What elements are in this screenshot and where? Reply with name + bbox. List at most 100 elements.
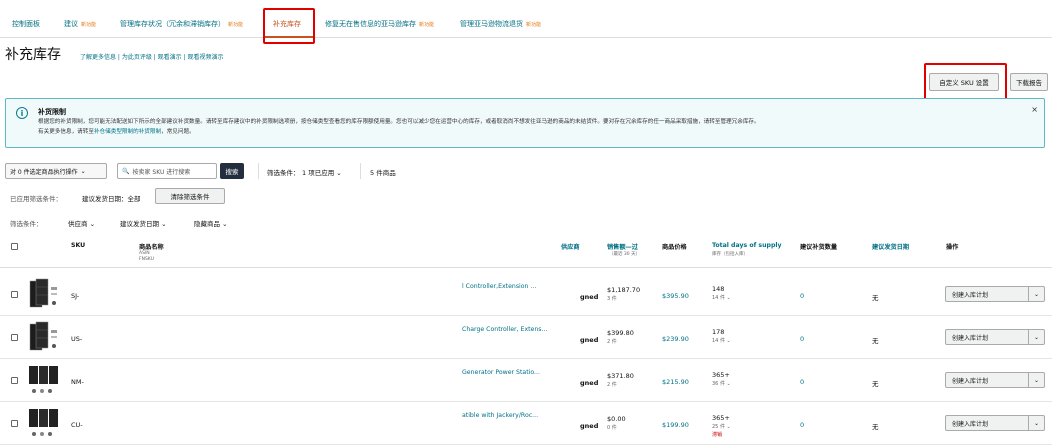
- chevron-down-icon[interactable]: ⌄: [1028, 287, 1044, 301]
- row-ship-date: 无: [872, 423, 879, 431]
- table-header: SKU 商品名称 ASIN FNSKU 供应商 销售额—过 （最近 30 天） …: [0, 232, 1052, 268]
- tab-inventory-health[interactable]: 管理库存状况（冗余和滞销库存） 新功能: [120, 19, 243, 29]
- col-supplier[interactable]: 供应商: [561, 242, 580, 251]
- table-row: CU-atible with Jackery/Roc... gned $0.00 0 …: [0, 402, 1052, 445]
- divider: [258, 163, 259, 179]
- row-supplier: gned: [580, 336, 599, 344]
- product-image: [28, 363, 62, 397]
- row-days: 365+: [712, 371, 730, 379]
- row-product-name[interactable]: l Controller,Extension ...: [462, 283, 536, 290]
- product-image: [28, 277, 62, 311]
- applied-filter-value: 建议发货日期：全部: [82, 195, 141, 203]
- row-sku: SJ-: [71, 292, 80, 300]
- row-ship-date: 无: [872, 380, 879, 388]
- chevron-down-icon: ⌄: [726, 295, 731, 301]
- col-sales-sub: （最近 30 天）: [609, 252, 641, 257]
- row-days-sub[interactable]: 36 件 ⌄: [712, 380, 731, 387]
- create-inbound-plan-select[interactable]: 创建入库计划 ⌄: [945, 286, 1045, 302]
- filter-ship-date-dropdown[interactable]: 建议发货日期 ⌄: [120, 218, 167, 228]
- row-sales: $371.80: [607, 372, 634, 380]
- create-inbound-plan-select[interactable]: 创建入库计划 ⌄: [945, 372, 1045, 388]
- select-label: 创建入库计划: [952, 420, 989, 428]
- row-qty[interactable]: 0: [800, 421, 804, 429]
- page-title: 补充库存: [5, 47, 61, 63]
- item-count: 5 件商品: [370, 169, 396, 177]
- page-sublinks[interactable]: 了解更多信息 | 为此页评级 | 观看演示 | 观看视频演示: [80, 52, 224, 61]
- create-inbound-plan-select[interactable]: 创建入库计划 ⌄: [945, 329, 1045, 345]
- divider: [360, 163, 361, 179]
- close-icon[interactable]: ×: [1031, 105, 1038, 114]
- row-checkbox[interactable]: [11, 377, 18, 384]
- col-sales[interactable]: 销售额—过: [607, 242, 638, 251]
- row-checkbox[interactable]: [11, 291, 18, 298]
- row-product-name[interactable]: Generator Power Statio...: [462, 369, 540, 376]
- row-checkbox[interactable]: [11, 334, 18, 341]
- product-image: [28, 320, 62, 354]
- row-ship-date: 无: [872, 337, 879, 345]
- applied-filters-label: 已应用筛选条件：: [10, 195, 62, 203]
- row-units: 0 件: [607, 425, 617, 431]
- row-sales: $399.80: [607, 329, 634, 337]
- custom-sku-settings-button[interactable]: 自定义 SKU 设置: [929, 73, 999, 91]
- chevron-down-icon[interactable]: ⌄: [1028, 416, 1044, 430]
- alert-heading: 补货限制: [38, 108, 66, 116]
- chevron-down-icon: ⌄: [222, 220, 228, 228]
- row-qty[interactable]: 0: [800, 292, 804, 300]
- row-price: $239.90: [662, 335, 689, 343]
- chevron-down-icon: ⌄: [726, 338, 731, 344]
- row-product-name[interactable]: Charge Controller, Extens...: [462, 326, 547, 333]
- col-ship-date[interactable]: 建议发货日期: [872, 242, 909, 251]
- alert-link[interactable]: 补仓储类型限制的补货限制: [94, 129, 161, 135]
- chevron-down-icon: ⌄: [726, 381, 731, 387]
- col-price[interactable]: 商品价格: [662, 242, 687, 251]
- chevron-down-icon[interactable]: ⌄: [1028, 373, 1044, 387]
- restock-limit-alert: i 补货限制 根据您的补货限制，您可能无法配送如下所示的全部建议补货数量。请转至…: [5, 98, 1045, 148]
- row-sku: NM-: [71, 378, 84, 386]
- row-units: 2 件: [607, 382, 617, 388]
- row-sku: US-: [71, 335, 83, 343]
- row-product-name[interactable]: atible with Jackery/Roc...: [462, 412, 538, 419]
- col-product-sub2: FNSKU: [139, 257, 154, 262]
- select-label: 创建入库计划: [952, 377, 989, 385]
- chevron-down-icon[interactable]: ⌄: [1028, 330, 1044, 344]
- clear-filters-button[interactable]: 清除筛选条件: [155, 188, 225, 204]
- row-days-sub[interactable]: 14 件 ⌄: [712, 294, 731, 301]
- row-qty[interactable]: 0: [800, 378, 804, 386]
- active-tab-underline: [265, 36, 313, 38]
- col-days-of-supply[interactable]: Total days of supply: [712, 242, 782, 249]
- col-sku[interactable]: SKU: [71, 242, 85, 249]
- filter-applied-dropdown[interactable]: 1 项已应用 ⌄: [302, 167, 342, 177]
- product-image: [28, 406, 62, 440]
- tab-dashboard[interactable]: 控制面板: [12, 19, 40, 29]
- bulk-action-dropdown[interactable]: 对 0 件选定商品执行操作 ⌄: [5, 163, 107, 179]
- search-input[interactable]: 🔍 按卖家 SKU 进行搜索: [117, 163, 217, 179]
- search-button[interactable]: 搜索: [220, 163, 244, 179]
- filter-supplier-dropdown[interactable]: 供应商 ⌄: [68, 218, 95, 228]
- row-price: $199.90: [662, 421, 689, 429]
- select-all-checkbox[interactable]: [11, 243, 18, 250]
- alert-text-line1: 根据您的补货限制，您可能无法配送如下所示的全部建议补货数量。请转至库存建议中的补…: [38, 119, 760, 125]
- table-row: NM- Generator Power Statio... gned $371.80 2…: [0, 359, 1052, 402]
- filter-hidden-dropdown[interactable]: 隐藏商品 ⌄: [194, 218, 228, 228]
- download-report-button[interactable]: 下载报告: [1010, 73, 1048, 91]
- row-units: 3 件: [607, 296, 617, 302]
- info-icon: i: [16, 107, 28, 119]
- row-checkbox[interactable]: [11, 420, 18, 427]
- chevron-down-icon: ⌄: [726, 424, 731, 430]
- select-label: 创建入库计划: [952, 291, 989, 299]
- row-note: 滞销: [712, 432, 723, 438]
- row-days-sub[interactable]: 14 件 ⌄: [712, 337, 731, 344]
- row-sku: CU-: [71, 421, 83, 429]
- row-ship-date: 无: [872, 294, 879, 302]
- row-price: $215.90: [662, 378, 689, 386]
- tab-bar: 控制面板 建议 新功能 管理库存状况（冗余和滞销库存） 新功能 补充库存 修复无在售…: [0, 0, 1052, 38]
- tab-fix-stranded[interactable]: 修复无在售信息的亚马逊库存 新功能: [325, 19, 434, 29]
- col-qty[interactable]: 建议补货数量: [800, 242, 837, 251]
- col-product-name[interactable]: 商品名称: [139, 242, 164, 251]
- tab-fba-returns[interactable]: 管理亚马逊物流退货 新功能: [460, 19, 541, 29]
- tab-recommendations[interactable]: 建议 新功能: [64, 19, 96, 29]
- create-inbound-plan-select[interactable]: 创建入库计划 ⌄: [945, 415, 1045, 431]
- row-days-sub[interactable]: 25 件 ⌄: [712, 423, 731, 430]
- row-qty[interactable]: 0: [800, 335, 804, 343]
- filter-label: 筛选条件：: [267, 169, 300, 177]
